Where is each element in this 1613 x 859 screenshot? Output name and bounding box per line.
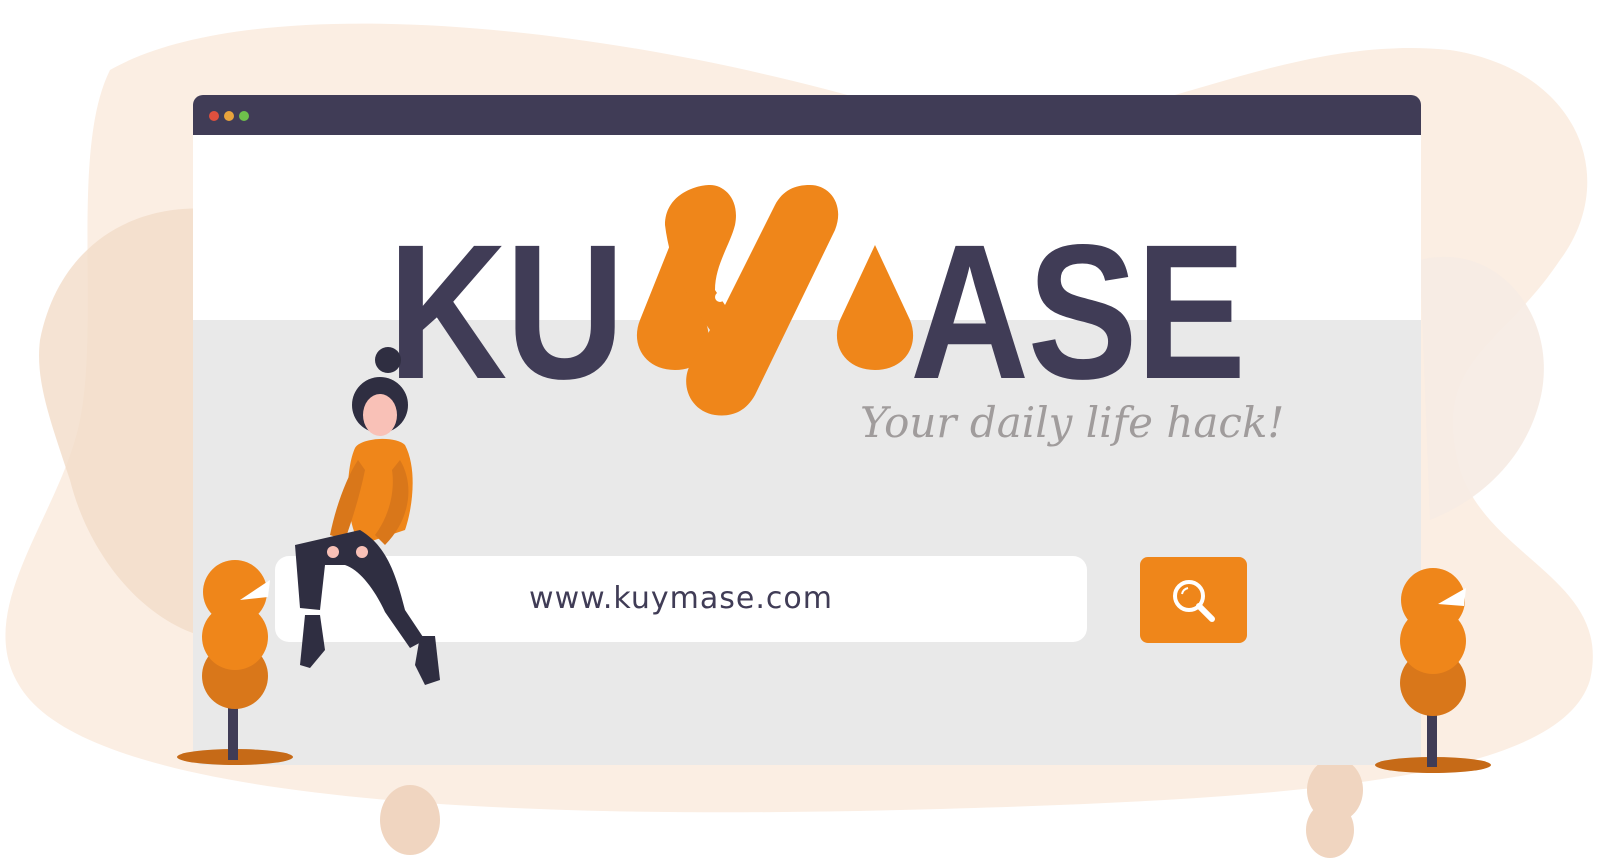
tagline: Your daily life hack! bbox=[860, 398, 1285, 447]
logo-text-left: KU bbox=[388, 204, 625, 419]
url-field[interactable]: www.kuymase.com bbox=[275, 556, 1087, 642]
search-icon bbox=[1173, 580, 1215, 622]
close-dot[interactable] bbox=[209, 111, 219, 121]
search-button[interactable] bbox=[1140, 557, 1247, 643]
logo-mark-icon bbox=[636, 185, 914, 416]
maximize-dot[interactable] bbox=[239, 111, 249, 121]
title-bar bbox=[193, 95, 1421, 135]
logo-text-right: ASE bbox=[910, 204, 1246, 419]
minimize-dot[interactable] bbox=[224, 111, 234, 121]
url-text: www.kuymase.com bbox=[529, 581, 833, 616]
